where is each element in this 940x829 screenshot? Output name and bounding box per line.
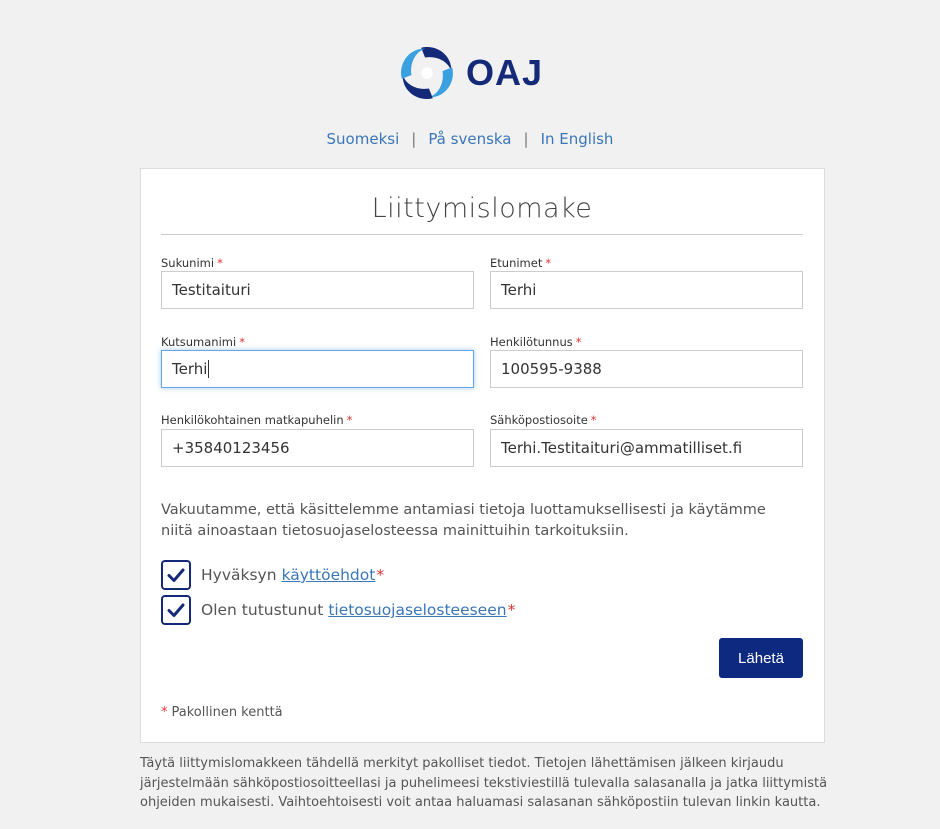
- first-names-label: Etunimet *: [490, 256, 552, 270]
- terms-link[interactable]: käyttöehdot: [282, 566, 376, 584]
- nickname-label: Kutsumanimi *: [161, 335, 245, 349]
- privacy-checkbox[interactable]: [161, 595, 191, 625]
- form-title: Liittymislomake: [371, 193, 593, 224]
- privacy-policy-link[interactable]: tietosuojaselosteeseen: [328, 601, 506, 619]
- required-asterisk: *: [575, 335, 582, 349]
- email-label: Sähköpostiosoite *: [490, 413, 597, 427]
- privacy-statement: Vakuutamme, että käsittelemme antamiasi …: [161, 502, 766, 539]
- title-divider: [161, 234, 803, 235]
- required-asterisk: *: [239, 335, 245, 349]
- required-asterisk: *: [545, 256, 552, 270]
- required-asterisk: *: [346, 413, 353, 427]
- required-field-note: * Pakollinen kenttä: [161, 705, 283, 720]
- oaj-logo-swirl-icon: [401, 47, 453, 99]
- surname-label: Sukunimi *: [161, 256, 223, 270]
- privacy-prefix: Olen tutustunut: [201, 601, 324, 619]
- lang-separator: |: [411, 130, 417, 148]
- terms-checkbox-row: Hyväksyn käyttöehdot *: [161, 560, 384, 590]
- lang-separator: |: [523, 130, 529, 148]
- signup-form-card: Liittymislomake Sukunimi * Testitaituri E…: [140, 168, 825, 743]
- text-caret: [208, 360, 210, 378]
- checkmark-icon: [167, 603, 185, 617]
- terms-prefix: Hyväksyn: [201, 566, 277, 584]
- surname-input[interactable]: Testitaituri: [161, 271, 474, 309]
- submit-button[interactable]: Lähetä: [719, 638, 803, 678]
- language-selector: Suomeksi | På svenska | In English: [0, 130, 940, 148]
- ssn-label: Henkilötunnus *: [490, 335, 582, 349]
- logo-text: OAJ: [466, 52, 544, 93]
- nickname-input[interactable]: Terhi: [161, 350, 474, 388]
- lang-english-link[interactable]: In English: [541, 130, 614, 148]
- email-input[interactable]: Terhi.Testitaituri@ammatilliset.fi: [490, 429, 803, 467]
- ssn-input[interactable]: 100595-9388: [490, 350, 803, 388]
- lang-finnish-link[interactable]: Suomeksi: [327, 130, 400, 148]
- required-asterisk: *: [590, 413, 597, 427]
- checkmark-icon: [167, 568, 185, 582]
- privacy-checkbox-row: Olen tutustunut tietosuojaselosteeseen *: [161, 595, 515, 625]
- required-asterisk: *: [376, 566, 385, 584]
- required-asterisk: *: [217, 256, 223, 270]
- terms-checkbox[interactable]: [161, 560, 191, 590]
- required-asterisk: *: [507, 601, 516, 619]
- lang-swedish-link[interactable]: På svenska: [428, 130, 511, 148]
- phone-input[interactable]: +35840123456: [161, 429, 474, 467]
- first-names-input[interactable]: Terhi: [490, 271, 803, 309]
- phone-label: Henkilökohtainen matkapuhelin *: [161, 413, 353, 427]
- instructions-text: Täytä liittymislomakkeen tähdellä merkit…: [140, 756, 828, 810]
- oaj-logo[interactable]: OAJ: [396, 41, 576, 105]
